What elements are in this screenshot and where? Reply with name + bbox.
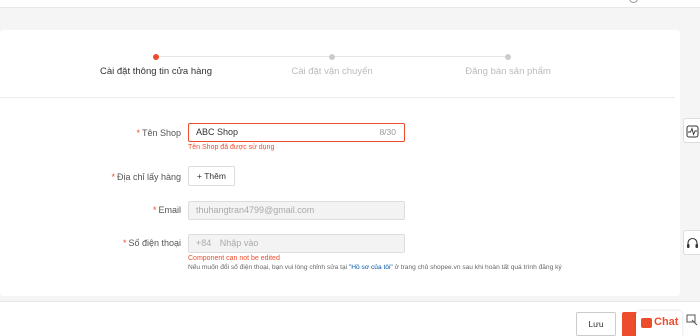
phone-prefix: +84 bbox=[196, 238, 212, 248]
step-label: Cài đặt thông tin cửa hàng bbox=[100, 66, 212, 77]
activity-icon bbox=[686, 125, 699, 138]
save-button[interactable]: Lưu bbox=[576, 312, 616, 336]
activity-widget[interactable] bbox=[683, 118, 700, 143]
required-mark: * bbox=[136, 128, 140, 138]
step-dot bbox=[153, 54, 159, 60]
top-bar bbox=[0, 0, 700, 8]
window-icon[interactable] bbox=[686, 314, 698, 326]
step-dot bbox=[329, 54, 335, 60]
chat-widget[interactable]: Chat bbox=[636, 311, 682, 336]
headset-icon bbox=[687, 237, 698, 248]
phone-error: Component can not be edited bbox=[188, 255, 280, 262]
setup-card: Cài đặt thông tin cửa hàng Cài đặt vận c… bbox=[0, 30, 680, 296]
support-widget[interactable] bbox=[683, 230, 700, 255]
required-mark: * bbox=[111, 172, 115, 182]
divider bbox=[0, 97, 675, 98]
bottom-action-bar: Lưu bbox=[0, 301, 700, 336]
step-label: Đăng bán sản phẩm bbox=[465, 66, 551, 77]
profile-link[interactable]: "Hồ sơ của tôi" bbox=[349, 264, 393, 271]
shop-name-value: ABC Shop bbox=[196, 127, 239, 137]
chat-icon bbox=[641, 318, 652, 328]
required-mark: * bbox=[152, 205, 157, 215]
email-label: * Email bbox=[152, 205, 181, 215]
email-input[interactable]: thuhangtran4799@gmail.com bbox=[188, 201, 405, 220]
step-shop-info: Cài đặt thông tin cửa hàng bbox=[66, 52, 246, 77]
add-address-button[interactable]: + Thêm bbox=[188, 166, 235, 186]
step-label: Cài đặt vận chuyển bbox=[291, 66, 373, 77]
shop-name-counter: 8/30 bbox=[379, 127, 396, 137]
shop-name-input[interactable]: ABC Shop 8/30 bbox=[188, 123, 405, 142]
phone-hint: Nếu muốn đổi số điện thoại, bạn vui lòng… bbox=[188, 264, 562, 271]
step-shipping: Cài đặt vận chuyển bbox=[242, 52, 422, 77]
step-dot bbox=[505, 54, 511, 60]
step-list-products: Đăng bán sản phẩm bbox=[418, 52, 598, 77]
phone-placeholder: Nhập vào bbox=[219, 238, 259, 248]
chat-label: Chat bbox=[654, 316, 679, 328]
phone-input[interactable]: +84 Nhập vào bbox=[188, 234, 405, 253]
chevron-down-icon[interactable] bbox=[629, 0, 638, 3]
shop-name-error: Tên Shop đã được sử dụng bbox=[188, 144, 275, 151]
email-value: thuhangtran4799@gmail.com bbox=[196, 205, 315, 215]
address-label: * Địa chỉ lấy hàng bbox=[111, 172, 181, 182]
progress-steps: Cài đặt thông tin cửa hàng Cài đặt vận c… bbox=[0, 52, 680, 92]
shop-name-label: * Tên Shop bbox=[136, 128, 181, 138]
phone-label: * Số điện thoại bbox=[122, 238, 181, 248]
required-mark: * bbox=[122, 238, 127, 248]
